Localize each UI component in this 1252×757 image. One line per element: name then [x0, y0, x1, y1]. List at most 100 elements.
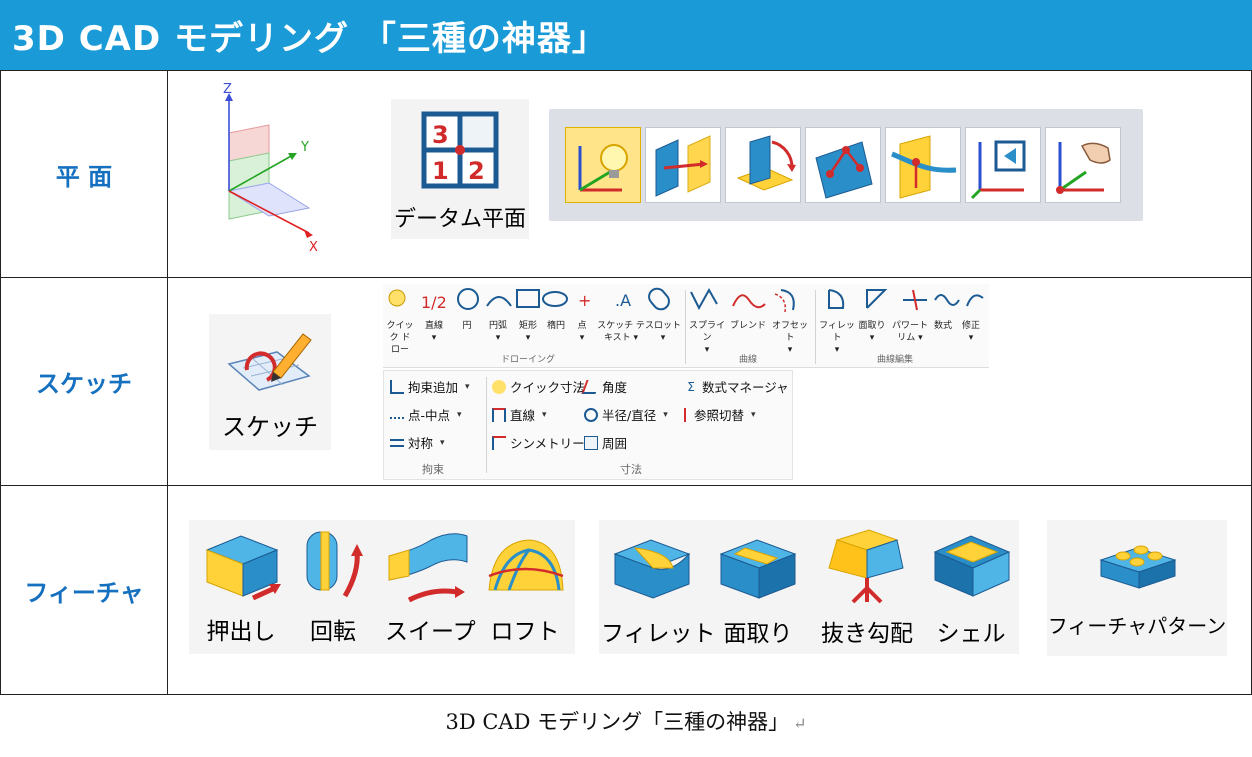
draft-icon[interactable] — [823, 522, 909, 608]
ribbon-separator — [486, 377, 487, 473]
angle-label: 角度 — [602, 380, 628, 395]
axis-label-y: Y — [300, 140, 309, 155]
ribbon-btn-equation-label: 数式 — [933, 321, 952, 331]
banner-title: 3D CAD モデリング 「三種の神器」 — [0, 0, 1252, 70]
ribbon-btn-power-trim-label: パワート リム — [891, 321, 928, 343]
symmetry-dimension-icon — [492, 435, 506, 450]
ribbon-btn-arc[interactable]: 円弧 ▾ — [485, 320, 511, 344]
midpoint-icon — [390, 411, 404, 419]
ribbon-btn-power-trim[interactable]: パワート リム ▾ — [891, 320, 929, 344]
feature-label-sweep: スイープ — [385, 619, 476, 645]
feature-label-draft: 抜き勾配 — [821, 621, 913, 647]
equation-manager-label: 数式マネージャ — [702, 380, 789, 395]
quick-dimension-icon — [492, 379, 506, 394]
grab-axis-icon — [1056, 142, 1111, 194]
row-plane: 平 面 Z Y X 3 1 2 データム平面 — [1, 71, 1251, 278]
plane-tool-grab[interactable] — [1045, 127, 1121, 203]
ribbon-btn-sketch-text[interactable]: スケッチ テ キスト ▾ — [597, 320, 645, 344]
revolve-icon[interactable] — [293, 522, 373, 608]
ribbon-btn-point[interactable]: 点 ▾ — [573, 320, 591, 344]
btn-symmetry-dimension[interactable]: シンメトリー — [492, 433, 585, 452]
feature-label-revolve: 回転 — [310, 619, 356, 645]
plane-tool-curve[interactable] — [885, 127, 961, 203]
linear-dimension-icon — [492, 407, 506, 422]
feature-panel-modify: フィレット 面取り 抜き勾配 シェル — [599, 520, 1019, 654]
btn-linear-dimension[interactable]: 直線 ▾ — [492, 405, 547, 424]
add-constraint-icon — [390, 379, 404, 394]
ribbon-btn-chamfer-label: 面取り — [858, 321, 886, 331]
extrude-icon[interactable] — [201, 526, 285, 606]
btn-symmetry[interactable]: 対称 ▾ — [390, 433, 445, 452]
ribbon-btn-blend[interactable]: ブレンド — [729, 320, 767, 332]
plane-tools-strip — [549, 109, 1143, 221]
fillet-icon[interactable] — [609, 528, 695, 604]
radius-icon — [584, 407, 598, 422]
plane-tool-three-point[interactable] — [805, 127, 881, 203]
ribbon-btn-line[interactable]: 直線 ▾ — [421, 320, 447, 344]
ribbon-btn-circle-label: 円 — [462, 321, 472, 331]
ribbon-btn-offset-label: オフセット — [771, 321, 808, 343]
datum-plane-button[interactable]: 3 1 2 データム平面 — [391, 99, 529, 239]
sweep-icon[interactable] — [385, 526, 475, 606]
view-plane-icon — [970, 140, 1026, 200]
ribbon-btn-offset[interactable]: オフセット ▾ — [769, 320, 811, 356]
loft-icon[interactable] — [485, 532, 567, 602]
ribbon-btn-chamfer[interactable]: 面取り ▾ — [857, 320, 887, 344]
btn-add-constraint[interactable]: 拘束追加 ▾ — [390, 377, 470, 396]
datum-plane-label: データム平面 — [393, 207, 526, 232]
ribbon-btn-fillet-label: フィレット — [819, 321, 855, 343]
ribbon-btn-slot[interactable]: スロット ▾ — [645, 320, 681, 344]
add-constraint-label: 拘束追加 — [408, 380, 459, 395]
bulb-icon — [578, 144, 628, 192]
plane-tool-offset[interactable] — [645, 127, 721, 203]
sketch-icon — [227, 333, 312, 391]
plane-tool-angle[interactable] — [725, 127, 801, 203]
ribbon-btn-point-label: 点 — [577, 321, 587, 331]
perimeter-icon — [584, 435, 598, 450]
figure-caption: 3D CAD モデリング「三種の神器」 ↵ — [0, 706, 1252, 736]
chamfer-icon[interactable] — [715, 528, 801, 604]
feature-pattern-icon[interactable] — [1095, 530, 1181, 594]
shell-icon[interactable] — [929, 526, 1015, 604]
radius-diameter-label: 半径/直径 — [602, 408, 657, 423]
plane-tool-smart[interactable] — [565, 127, 641, 203]
btn-perimeter[interactable]: 周囲 — [584, 433, 627, 452]
ribbon-btn-modify-label: 修正 — [961, 321, 980, 331]
feature-label-fillet: フィレット — [601, 621, 716, 647]
three-point-plane-icon — [815, 141, 873, 199]
feature-label-pattern: フィーチャパターン — [1047, 614, 1227, 638]
ribbon-icons-strip: 1/2 + .A — [388, 287, 984, 313]
curve-plane-icon — [891, 135, 957, 199]
point-midpoint-label: 点-中点 — [408, 408, 451, 423]
ribbon-separator — [815, 290, 816, 364]
btn-angle[interactable]: 角度 — [581, 377, 628, 396]
btn-radius-diameter[interactable]: 半径/直径 ▾ — [584, 405, 668, 424]
ribbon-btn-circle[interactable]: 円 — [457, 320, 477, 332]
ribbon-btn-quick-draw[interactable]: クイック ド ロー — [385, 320, 415, 356]
datum-digit-3: 3 — [432, 121, 449, 149]
ribbon-btn-modify[interactable]: 修正 ▾ — [957, 320, 985, 344]
three-tools-table: 平 面 Z Y X 3 1 2 データム平面 スケッチ スケッチ 1/2 + .… — [0, 70, 1252, 695]
plane-tool-view[interactable] — [965, 127, 1041, 203]
ribbon-btn-fillet[interactable]: フィレット ▾ — [819, 320, 855, 356]
feature-label-extrude: 押出し — [206, 619, 276, 645]
axes-diagram-icon: Z Y X — [223, 83, 318, 255]
ribbon-btn-equation[interactable]: 数式 — [931, 320, 955, 332]
btn-quick-dimension[interactable]: クイック寸法 — [492, 377, 585, 396]
ribbon-btn-ellipse[interactable]: 楕円 — [543, 320, 569, 332]
row-feature: フィーチャ 押出し 回転 スイープ ロフト フィレット 面取り 抜き勾配 シェル… — [1, 486, 1251, 694]
angle-plane-icon — [736, 135, 796, 191]
ribbon-btn-spline[interactable]: スプライン ▾ — [687, 320, 727, 356]
ribbon-btn-quick-draw-label: クイック ド ロー — [386, 321, 414, 355]
sketch-button[interactable]: スケッチ — [209, 314, 331, 450]
btn-point-midpoint[interactable]: 点-中点 ▾ — [390, 405, 462, 424]
feature-label-loft: ロフト — [490, 619, 560, 645]
symmetry-dimension-label: シンメトリー — [510, 436, 585, 451]
svg-text:+: + — [578, 291, 591, 310]
btn-reference-toggle[interactable]: 参照切替 ▾ — [684, 405, 756, 424]
axis-label-x: X — [309, 240, 318, 255]
dimensions-group-label: 寸法 — [620, 463, 642, 476]
sketch-ribbon-drawing: 1/2 + .A クイック ド ロー 直線 ▾ 円 円弧 ▾ 矩形 ▾ 楕円 点… — [383, 284, 989, 368]
btn-equation-manager[interactable]: Σ 数式マネージャ — [684, 377, 789, 396]
ribbon-btn-rectangle[interactable]: 矩形 ▾ — [515, 320, 541, 344]
